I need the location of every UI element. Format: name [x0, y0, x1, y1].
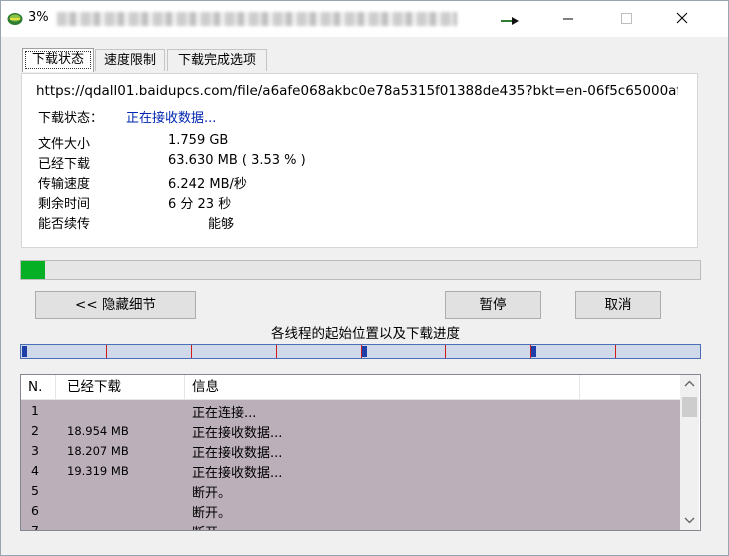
thread-progress-bar [20, 344, 701, 359]
column-header-number[interactable]: N. [28, 375, 42, 399]
idm-app-icon [7, 13, 23, 25]
tab-completion-options[interactable]: 下载完成选项 [167, 49, 267, 71]
transfer-speed-label: 传输速度 [38, 177, 91, 192]
tab-download-status[interactable]: 下载状态 [22, 48, 94, 72]
thread-segment-progress [531, 346, 536, 357]
tab-label: 下载完成选项 [177, 53, 256, 68]
thread-segment-divider [276, 345, 277, 358]
thread-segment-progress [22, 346, 27, 357]
thread-segment-divider [191, 345, 192, 358]
row-number: 4 [31, 463, 39, 478]
table-row[interactable]: 2 18.954 MB 正在接收数据... [21, 420, 680, 441]
row-number: 1 [31, 403, 39, 418]
time-left-label: 剩余时间 [38, 197, 91, 212]
file-size-label: 文件大小 [38, 137, 91, 152]
list-body: 1 正在连接... 2 18.954 MB 正在接收数据... 3 18.207… [21, 400, 680, 530]
time-left-value: 6 分 23 秒 [168, 197, 232, 212]
row-info: 断开。 [192, 486, 232, 501]
minimize-icon [563, 18, 573, 20]
row-number: 2 [31, 423, 39, 438]
row-info: 正在连接... [192, 406, 257, 421]
tab-focus-outline [25, 51, 91, 69]
thread-segment-divider [615, 345, 616, 358]
row-number: 6 [31, 503, 39, 518]
download-arrow-icon [501, 17, 519, 25]
thread-segment-divider [445, 345, 446, 358]
row-number: 7 [31, 523, 39, 531]
row-downloaded: 18.207 MB [67, 444, 129, 458]
row-info: 正在接收数据... [192, 446, 283, 461]
title-progress-percent: 3% [28, 10, 49, 25]
maximize-icon [621, 13, 632, 24]
tab-speed-limit[interactable]: 速度限制 [95, 49, 165, 71]
download-progress-fill [21, 261, 45, 279]
resume-capability-value: 能够 [208, 217, 235, 232]
list-header: N. 已经下载 信息 [21, 375, 680, 400]
column-divider [579, 375, 580, 399]
table-row[interactable]: 1 正在连接... [21, 400, 680, 421]
downloaded-label: 已经下载 [38, 157, 91, 172]
row-downloaded: 19.319 MB [67, 464, 129, 478]
title-filename-redacted [57, 12, 457, 26]
chevron-up-icon [684, 380, 695, 387]
download-url: https://qdall01.baidupcs.com/file/a6afe0… [36, 83, 678, 99]
download-progress-bar [20, 260, 701, 280]
scroll-up-button[interactable] [680, 375, 699, 394]
transfer-speed-value: 6.242 MB/秒 [168, 177, 247, 192]
table-row[interactable]: 7 断开。 [21, 520, 680, 531]
row-info: 断开。 [192, 522, 231, 530]
row-info: 正在接收数据... [192, 426, 283, 441]
chevron-down-icon [684, 517, 695, 524]
file-size-value: 1.759 GB [168, 133, 229, 148]
title-bar[interactable]: 3% [1, 1, 728, 37]
cancel-button[interactable]: 取消 [575, 291, 661, 319]
close-button[interactable] [659, 1, 705, 37]
row-info: 正在接收数据... [192, 466, 283, 481]
column-header-downloaded[interactable]: 已经下载 [67, 375, 121, 399]
download-window: 3% 下载状态 速度限制 下载完成选项 https://qdall01.baid… [0, 0, 729, 556]
thread-segment-divider [361, 345, 362, 358]
vertical-scrollbar[interactable] [680, 375, 699, 530]
column-divider [55, 375, 56, 399]
minimize-button[interactable] [545, 1, 591, 37]
connection-list[interactable]: N. 已经下载 信息 1 正在连接... 2 18.954 MB 正在接收数据.… [20, 374, 701, 531]
row-number: 3 [31, 443, 39, 458]
row-number: 5 [31, 483, 39, 498]
column-header-info[interactable]: 信息 [192, 375, 219, 399]
table-row[interactable]: 6 断开。 [21, 500, 680, 521]
row-downloaded: 18.954 MB [67, 424, 129, 438]
close-icon [676, 12, 688, 24]
thread-segment-divider [106, 345, 107, 358]
thread-segment-progress [362, 346, 367, 357]
maximize-button[interactable] [601, 1, 647, 37]
scrollbar-thumb[interactable] [682, 397, 697, 417]
thread-progress-title: 各线程的起始位置以及下载进度 [271, 326, 460, 342]
table-row[interactable]: 3 18.207 MB 正在接收数据... [21, 440, 680, 461]
status-panel: https://qdall01.baidupcs.com/file/a6afe0… [21, 73, 698, 248]
table-row[interactable]: 4 19.319 MB 正在接收数据... [21, 460, 680, 481]
thread-segment-divider [530, 345, 531, 358]
column-divider [184, 375, 185, 399]
tab-label: 速度限制 [103, 53, 156, 68]
resume-capability-label: 能否续传 [38, 217, 91, 232]
downloaded-value: 63.630 MB ( 3.53 % ) [168, 153, 306, 168]
hide-details-button[interactable]: << 隐藏细节 [35, 291, 196, 319]
table-row[interactable]: 5 断开。 [21, 480, 680, 501]
scroll-down-button[interactable] [680, 511, 699, 530]
status-value: 正在接收数据... [126, 111, 217, 126]
status-label: 下载状态： [38, 111, 104, 126]
row-info: 断开。 [192, 506, 232, 521]
pause-button[interactable]: 暂停 [445, 291, 541, 319]
